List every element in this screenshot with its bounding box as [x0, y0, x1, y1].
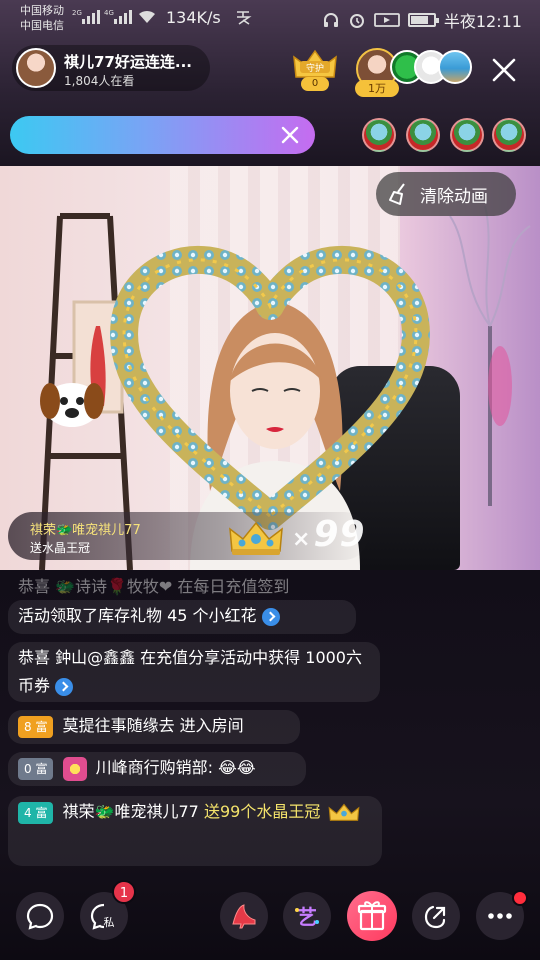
level-label: 富 [35, 719, 48, 734]
search-input[interactable] [26, 124, 266, 146]
chevron-right-icon[interactable] [261, 607, 280, 626]
level-label: 富 [35, 761, 48, 776]
level-number: 8 [24, 719, 32, 734]
achievement-badge-3[interactable] [450, 118, 484, 152]
high-heel-gift-button[interactable] [220, 892, 268, 940]
talent-button[interactable]: 艺 [283, 892, 331, 940]
input-method-icon [237, 11, 252, 25]
status-right-group: 半夜12:11 [322, 8, 522, 32]
wealth-level-badge: 4 富 [18, 801, 54, 824]
gift-description: 送水晶王冠 [30, 541, 91, 555]
carrier-1: 中国移动 [20, 4, 64, 17]
chat-text-1: 活动领取了库存礼物 45 个小红花 [18, 606, 257, 625]
wealth-level-badge: 0 富 [18, 757, 54, 780]
more-icon [488, 913, 512, 919]
toy-dog [40, 383, 104, 427]
user-avatar-small[interactable] [62, 756, 87, 781]
private-label: 私 [104, 916, 115, 929]
signal-icon-1 [82, 8, 100, 24]
search-bar[interactable] [10, 116, 315, 154]
network-type-2: 4G [104, 9, 114, 17]
clock: 半夜12:11 [443, 12, 522, 31]
gift-combo-prefix: × [292, 527, 312, 552]
carrier-2: 中国电信 [20, 19, 64, 32]
notification-dot [512, 890, 528, 906]
crystal-crown-icon [329, 803, 360, 821]
screencast-icon [373, 13, 400, 27]
achievement-badge-4[interactable] [492, 118, 526, 152]
viewer-avatar-3[interactable] [438, 50, 472, 84]
gift-sender: 祺荣🐲唯宠祺儿77 [30, 523, 141, 538]
guard-badge[interactable]: 守护 0 [290, 47, 340, 93]
high-heel-icon [232, 904, 256, 929]
broom-icon [389, 183, 405, 205]
host-name: 祺儿77好运连连... [64, 53, 192, 71]
clear-animation-button[interactable]: 清除动画 [376, 172, 516, 216]
decorative-lamp [449, 206, 531, 506]
send-gift-button[interactable] [347, 891, 397, 941]
unread-count-badge: 1 [112, 880, 136, 904]
wealth-level-badge: 8 富 [18, 715, 54, 738]
gift-combo-count: ×99 [292, 514, 366, 555]
chat-message-5[interactable]: 4 富 祺荣🐲唯宠祺儿77 送99个水晶王冠 [8, 796, 382, 866]
host-info-pill[interactable]: 祺儿77好运连连... 1,804人在看 [12, 45, 210, 91]
chat-text-4: 😂😂 [218, 758, 256, 777]
wifi-icon [139, 10, 155, 23]
chat-message-1[interactable]: 活动领取了库存礼物 45 个小红花 [8, 600, 356, 634]
live-video[interactable] [0, 166, 540, 570]
alarm-icon [349, 14, 364, 28]
share-icon [424, 905, 446, 929]
headphones-icon [323, 13, 338, 27]
chat-message-4[interactable]: 0 富 川峰商行购销部: 😂😂 [8, 752, 306, 786]
viewer-count: 1,804人在看 [64, 74, 135, 88]
clear-search-icon[interactable] [278, 123, 302, 147]
host-avatar[interactable] [16, 48, 56, 88]
achievement-badge-1[interactable] [362, 118, 396, 152]
level-number: 4 [24, 805, 32, 820]
carrier-labels: 中国移动 中国电信 [20, 3, 64, 33]
talent-icon: 艺 [295, 905, 319, 929]
achievement-badge-2[interactable] [406, 118, 440, 152]
comment-button[interactable] [16, 892, 64, 940]
clear-animation-label: 清除动画 [420, 186, 488, 207]
battery-icon [407, 13, 439, 27]
chat-text-5: 送99个水晶王冠 [203, 802, 321, 821]
network-type-1: 2G [72, 9, 82, 17]
chat-user-5[interactable]: 祺荣🐲唯宠祺儿77 [63, 802, 199, 821]
private-chat-icon: 私 [90, 903, 115, 930]
chat-bubble-icon [26, 903, 54, 930]
level-number: 0 [24, 761, 32, 776]
chat-text-0: 恭喜 🐲诗诗🌹牧牧❤ 在每日充值签到 [18, 577, 290, 596]
chat-message-2[interactable]: 恭喜 鈡山@鑫鑫 在充值分享活动中获得 1000六币券 [8, 642, 380, 702]
close-icon[interactable] [484, 50, 524, 90]
guard-count: 0 [301, 77, 329, 91]
chat-message-0: 恭喜 🐲诗诗🌹牧牧❤ 在每日充值签到 [8, 576, 299, 600]
gift-box-icon [357, 901, 387, 931]
svg-text:艺: 艺 [297, 905, 317, 929]
heart-gift-animation [110, 245, 430, 530]
chat-text-3: 莫提往事随缘去 进入房间 [62, 716, 244, 735]
network-speed: 134K/s [166, 8, 221, 27]
share-button[interactable] [412, 892, 460, 940]
crystal-crown-icon [229, 521, 283, 555]
top-fan-value: 1万 [355, 80, 399, 97]
level-label: 富 [35, 805, 48, 820]
svg-text:守护: 守护 [306, 62, 324, 74]
status-bar: 中国移动 中国电信 2G 4G 134K/s 半夜12:11 [0, 0, 540, 38]
gift-combo-number: 99 [313, 514, 366, 555]
chat-user-4[interactable]: 川峰商行购销部: [96, 758, 213, 777]
signal-icon-2 [114, 8, 132, 24]
chat-message-3[interactable]: 8 富 莫提往事随缘去 进入房间 [8, 710, 300, 744]
chevron-right-icon[interactable] [55, 677, 74, 696]
